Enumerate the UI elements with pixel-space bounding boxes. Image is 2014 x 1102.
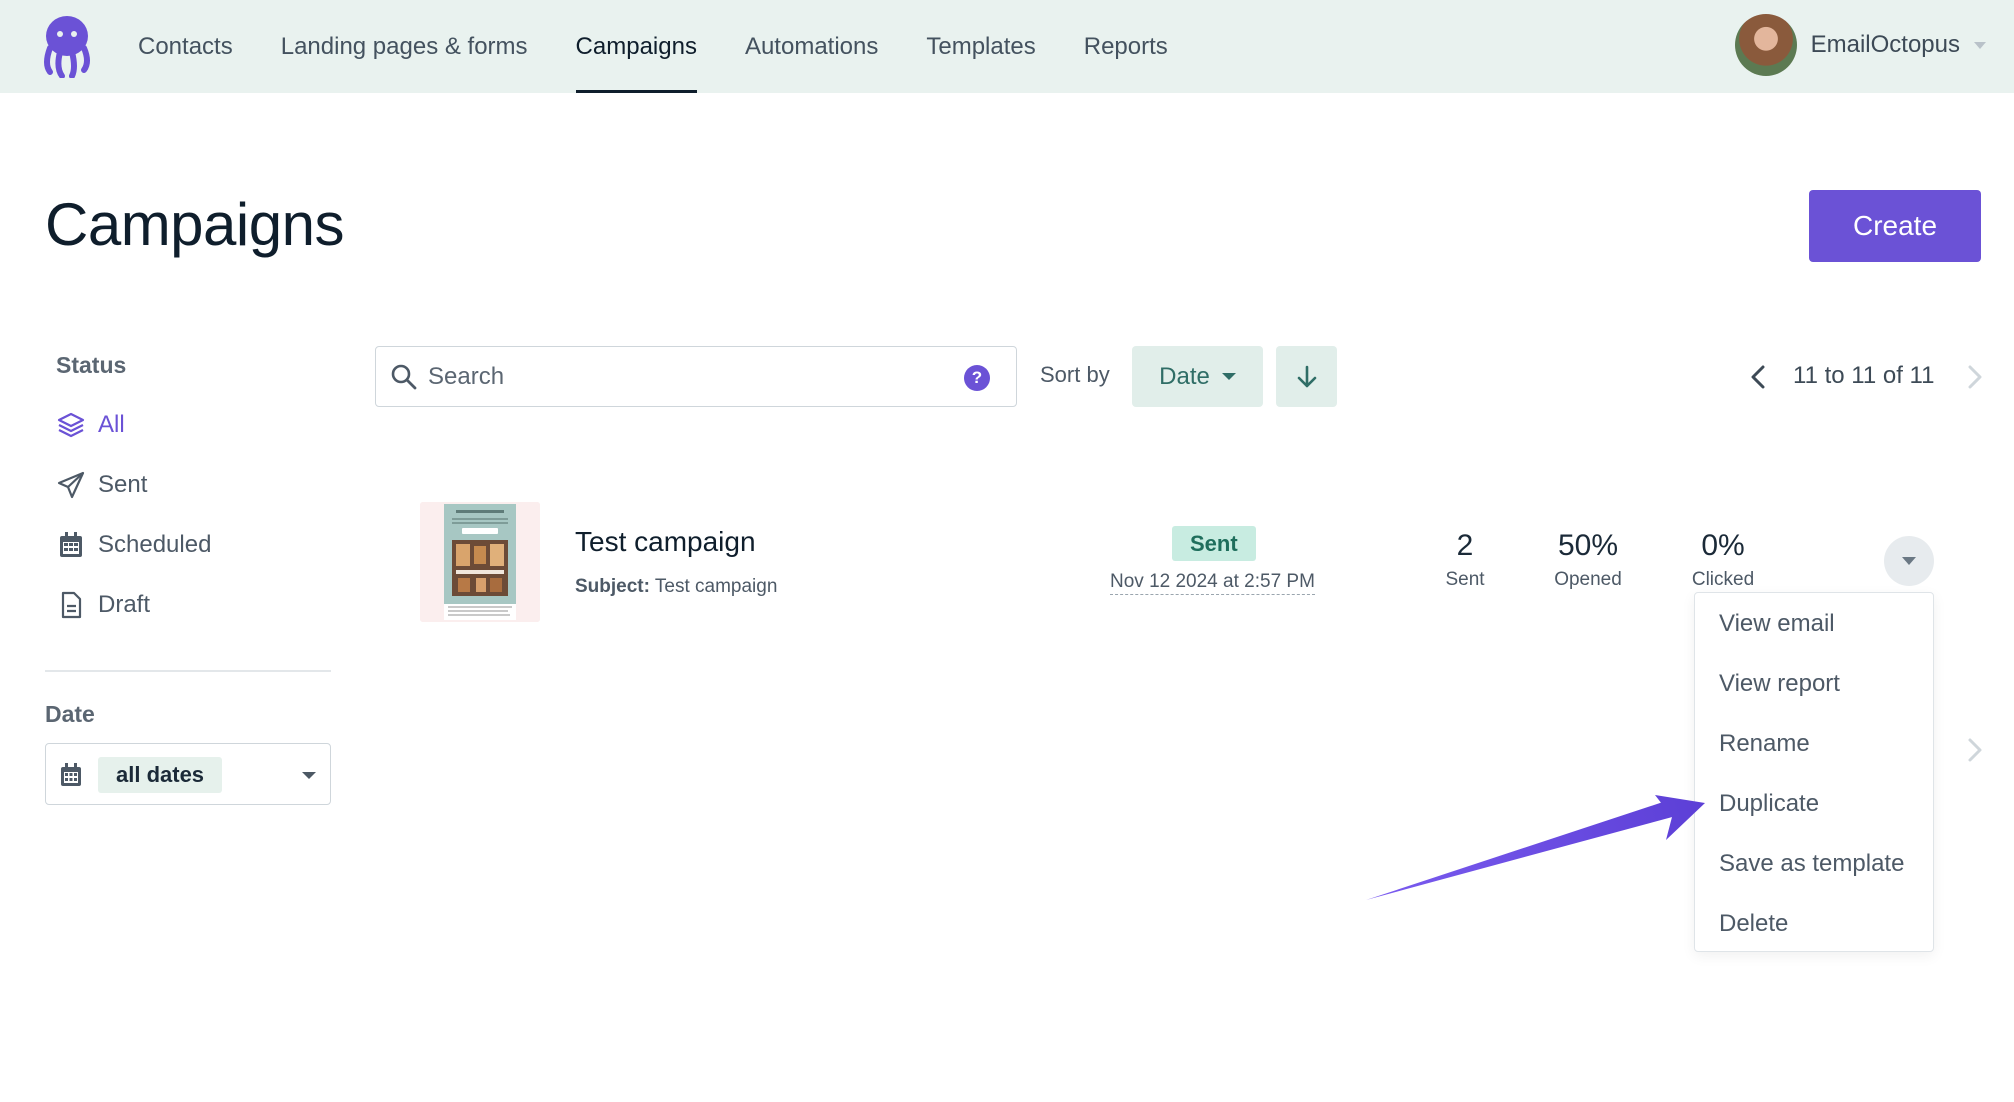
status-filter-scheduled[interactable]: Scheduled	[56, 525, 211, 565]
sent-date: Nov 12 2024 at 2:57 PM	[1110, 571, 1315, 595]
subject-label: Subject:	[575, 576, 650, 597]
stat-sent: 2 Sent	[1415, 529, 1515, 591]
chevron-left-icon[interactable]	[1747, 364, 1771, 390]
nav-link-contacts[interactable]: Contacts	[138, 0, 233, 93]
stat-value: 0%	[1701, 529, 1745, 562]
date-filter-select[interactable]: all dates	[45, 743, 331, 805]
status-filter-label: Scheduled	[98, 531, 212, 558]
paper-plane-icon	[57, 471, 85, 499]
campaign-name[interactable]: Test campaign	[575, 526, 756, 558]
subject-value: Test campaign	[654, 576, 778, 597]
sort-field-dropdown[interactable]: Date	[1132, 346, 1263, 407]
calendar-icon	[61, 763, 81, 786]
email-preview-image	[420, 502, 540, 622]
sidebar-divider	[45, 670, 331, 672]
stat-label: Clicked	[1691, 569, 1755, 590]
chevron-down-icon	[1974, 41, 1986, 49]
sort-by-label: Sort by	[1040, 362, 1110, 387]
campaign-subject: Subject: Test campaign	[575, 576, 777, 598]
sort-order-button[interactable]	[1276, 346, 1337, 407]
pagination-text: 11 to 11 of 11	[1793, 362, 1935, 389]
calendar-icon	[60, 532, 82, 557]
stat-value: 2	[1456, 529, 1474, 562]
status-filter-label: Draft	[98, 591, 151, 618]
octopus-logo-icon[interactable]	[42, 16, 92, 78]
nav-link-automations[interactable]: Automations	[745, 0, 878, 93]
search-input[interactable]	[428, 357, 948, 397]
top-navigation: Contacts Landing pages & forms Campaigns…	[0, 0, 2014, 93]
row-actions-button[interactable]	[1884, 536, 1934, 586]
search-box: ?	[375, 346, 1017, 407]
chevron-right-icon[interactable]	[1962, 364, 1986, 390]
account-menu[interactable]: EmailOctopus	[1734, 14, 1986, 76]
account-name: EmailOctopus	[1810, 31, 1960, 58]
status-filter-sent[interactable]: Sent	[56, 465, 147, 505]
chevron-down-icon	[1221, 373, 1236, 380]
status-badge: Sent	[1172, 526, 1256, 561]
status-filter-label: Sent	[98, 471, 148, 498]
create-button[interactable]: Create	[1809, 190, 1981, 262]
arrow-down-icon	[1297, 365, 1316, 387]
search-icon	[391, 364, 417, 390]
nav-link-templates[interactable]: Templates	[926, 0, 1035, 93]
date-filter-value: all dates	[98, 757, 223, 793]
stat-label: Sent	[1445, 569, 1485, 590]
layers-icon	[57, 412, 85, 438]
status-filter-all[interactable]: All	[56, 405, 125, 445]
menu-item-delete[interactable]: Delete	[1719, 910, 1788, 938]
sort-field-value: Date	[1159, 362, 1210, 390]
status-filter-label: All	[98, 411, 125, 438]
help-icon[interactable]: ?	[964, 365, 990, 391]
chevron-right-icon[interactable]	[1962, 737, 1986, 763]
document-icon	[61, 591, 82, 619]
status-heading: Status	[56, 352, 127, 378]
menu-item-view-email[interactable]: View email	[1719, 610, 1835, 638]
menu-item-save-as-template[interactable]: Save as template	[1719, 850, 1904, 878]
stat-clicked: 0% Clicked	[1673, 529, 1773, 591]
stat-value: 50%	[1557, 529, 1619, 562]
nav-links: Contacts Landing pages & forms Campaigns…	[138, 0, 1216, 93]
chevron-down-icon	[302, 772, 316, 779]
avatar	[1734, 14, 1797, 76]
nav-link-landing-pages-forms[interactable]: Landing pages & forms	[281, 0, 528, 93]
menu-item-duplicate[interactable]: Duplicate	[1719, 790, 1819, 818]
date-heading: Date	[45, 701, 95, 727]
page-title: Campaigns	[45, 191, 345, 258]
status-filter-draft[interactable]: Draft	[56, 585, 150, 625]
chevron-down-icon	[1902, 557, 1916, 565]
menu-item-view-report[interactable]: View report	[1719, 670, 1840, 698]
nav-link-reports[interactable]: Reports	[1084, 0, 1168, 93]
row-actions-menu: View email View report Rename Duplicate …	[1694, 592, 1934, 952]
campaign-thumbnail[interactable]	[420, 502, 540, 622]
stat-opened: 50% Opened	[1538, 529, 1638, 591]
stat-label: Opened	[1554, 569, 1622, 590]
nav-link-campaigns[interactable]: Campaigns	[575, 0, 698, 93]
menu-item-rename[interactable]: Rename	[1719, 730, 1810, 758]
